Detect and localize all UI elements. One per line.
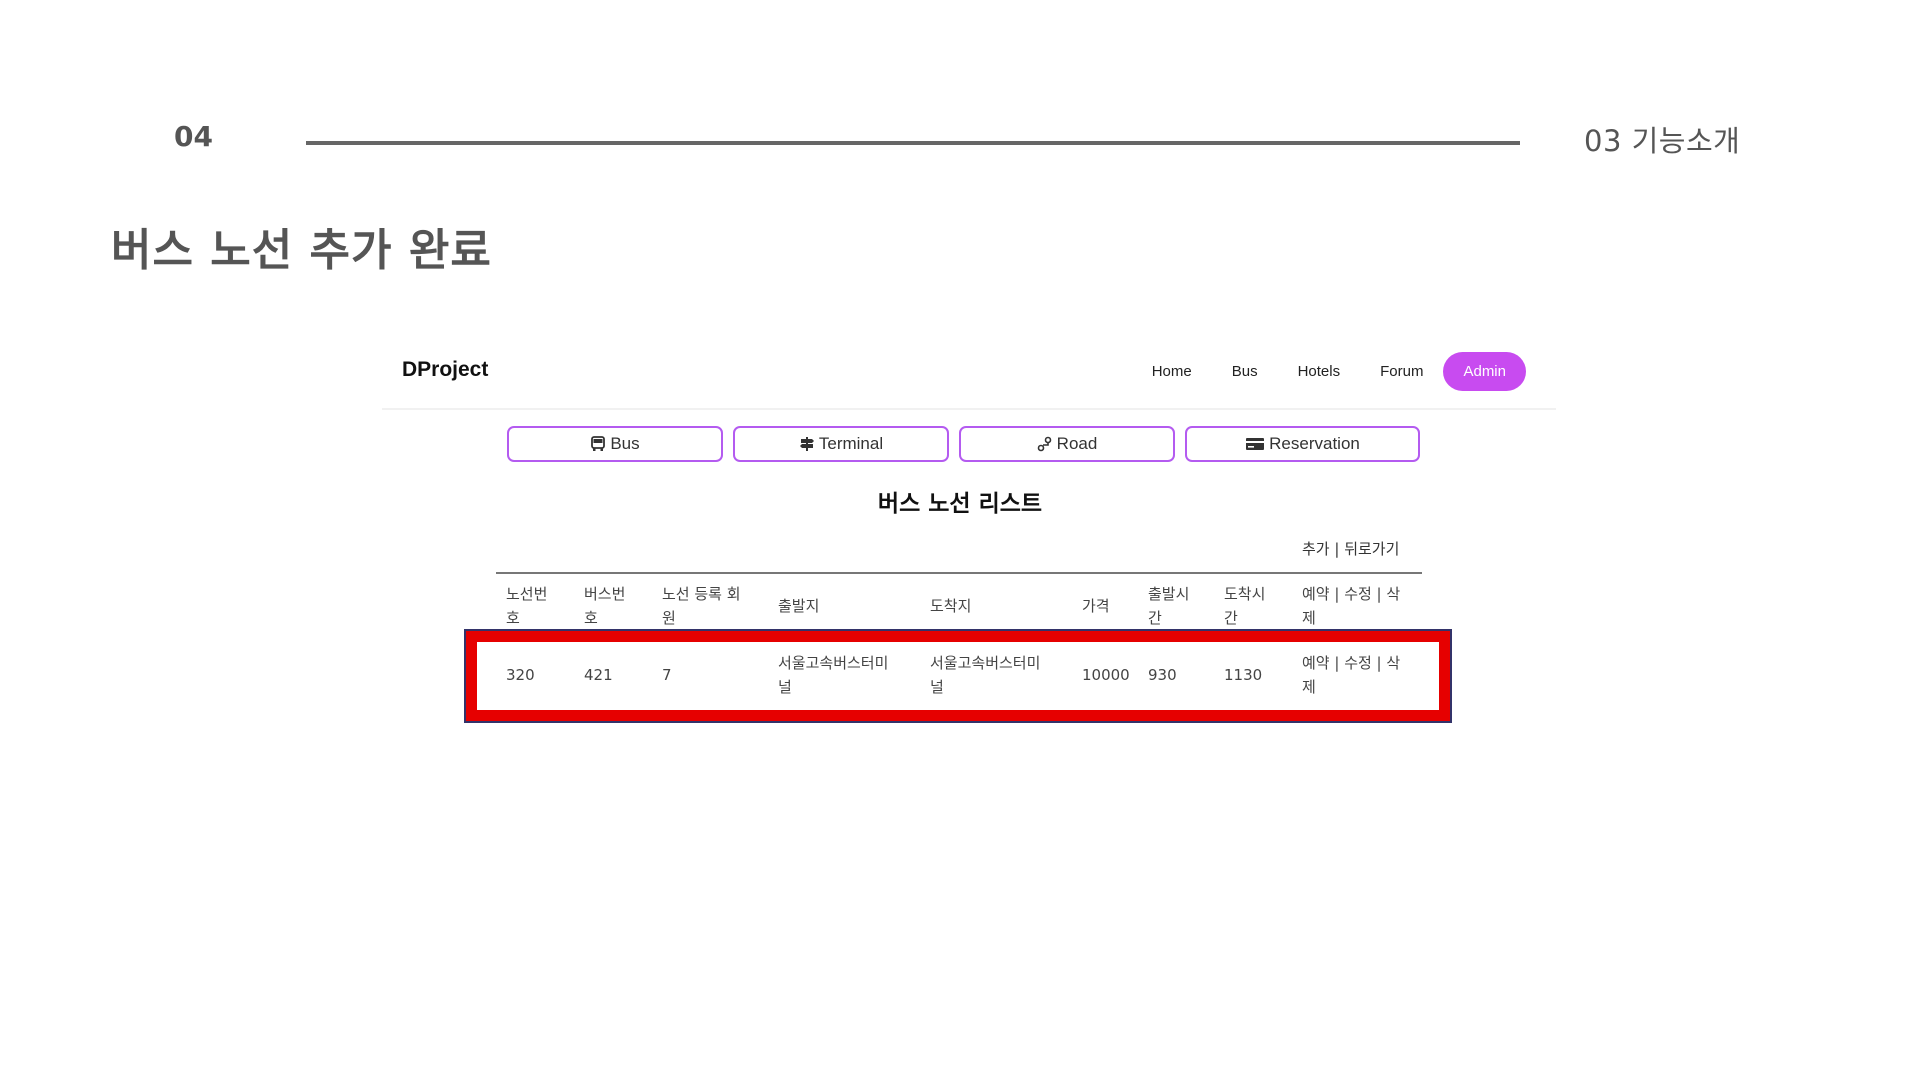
row-highlight-box <box>464 629 1452 723</box>
header-departure: 출발지 <box>778 597 820 615</box>
nav-links: Home Bus Hotels Forum Admin <box>1112 350 1526 392</box>
nav-link-forum[interactable]: Forum <box>1380 363 1423 380</box>
tab-bus[interactable]: Bus <box>507 426 723 462</box>
add-link[interactable]: 추가 <box>1302 540 1330 558</box>
admin-tab-row: Bus Terminal Road Reservation <box>507 426 1430 462</box>
header-actions: 예약 | 수정 | 삭 제 <box>1302 585 1401 627</box>
tab-reservation[interactable]: Reservation <box>1185 426 1420 462</box>
slide-heading: 버스 노선 추가 완료 <box>111 225 492 276</box>
section-title: 03 기능소개 <box>1584 124 1741 158</box>
header-departure-time: 출발시 간 <box>1148 585 1190 627</box>
page-number: 04 <box>174 120 213 153</box>
signpost-icon <box>799 436 815 452</box>
header-route-number: 노선번 호 <box>506 585 548 627</box>
nav-link-admin[interactable]: Admin <box>1443 351 1526 391</box>
table-actions: 추가 | 뒤로가기 <box>1302 538 1399 559</box>
nav-link-hotels[interactable]: Hotels <box>1298 363 1341 380</box>
header-price: 가격 <box>1082 597 1110 615</box>
back-link[interactable]: 뒤로가기 <box>1344 540 1399 558</box>
tab-road-label: Road <box>1056 434 1098 453</box>
header-arrival: 도착지 <box>930 597 972 615</box>
table-top-rule <box>496 572 1422 574</box>
tab-reservation-label: Reservation <box>1269 434 1360 453</box>
tab-bus-label: Bus <box>610 434 640 453</box>
web-navbar: DProject Home Bus Hotels Forum Admin <box>382 344 1556 410</box>
nav-link-home[interactable]: Home <box>1152 363 1192 380</box>
header-bus-number: 버스번 호 <box>584 585 626 627</box>
header-divider <box>306 141 1520 145</box>
nav-link-bus[interactable]: Bus <box>1232 363 1258 380</box>
tab-terminal[interactable]: Terminal <box>733 426 949 462</box>
route-icon <box>1037 436 1053 452</box>
header-registrant: 노선 등록 회 원 <box>662 585 741 627</box>
list-title: 버스 노선 리스트 <box>877 491 1043 517</box>
bus-icon <box>590 436 606 452</box>
action-separator: | <box>1329 540 1345 558</box>
brand-logo[interactable]: DProject <box>402 358 488 382</box>
header-arrival-time: 도착시 간 <box>1224 585 1266 627</box>
tab-terminal-label: Terminal <box>818 434 884 453</box>
card-icon <box>1245 436 1265 452</box>
tab-road[interactable]: Road <box>959 426 1175 462</box>
